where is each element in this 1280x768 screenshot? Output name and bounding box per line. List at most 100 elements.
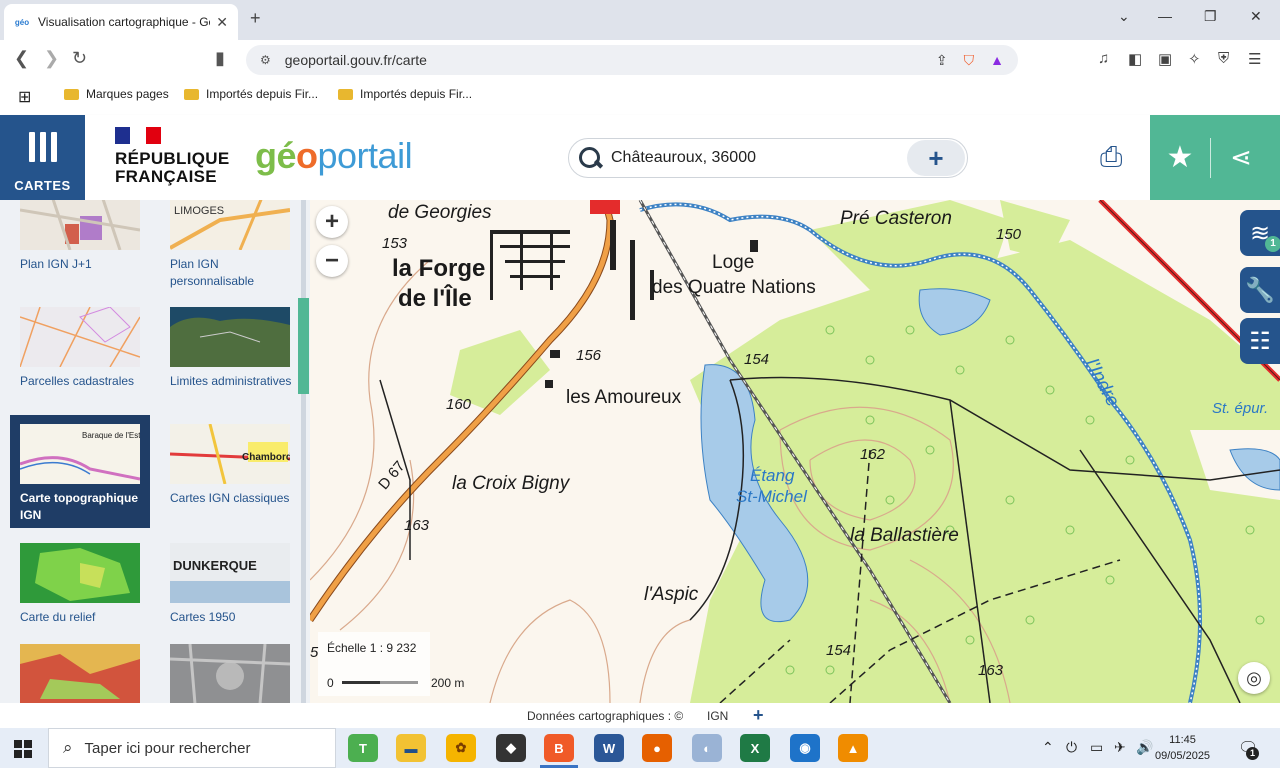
layers-count-badge: 1 — [1265, 236, 1280, 252]
volume-icon[interactable]: 🔊 — [1136, 739, 1153, 756]
attribution-ign[interactable]: IGN — [707, 709, 728, 723]
scale-zero: 0 — [327, 676, 334, 690]
favorites-star-icon[interactable]: ★ — [1150, 140, 1210, 175]
menu-icon[interactable]: ☰ — [1248, 50, 1261, 68]
excel-icon[interactable]: X — [740, 734, 770, 762]
catalog-item-cartes-1950[interactable]: DUNKERQUE Cartes 1950 — [160, 543, 300, 633]
catalog-scrollbar[interactable] — [301, 200, 306, 703]
brave-shield-icon[interactable]: ⛉ — [964, 52, 975, 69]
svg-text:DUNKERQUE: DUNKERQUE — [173, 558, 257, 573]
taskbar-search[interactable]: ⌕ Taper ici pour rechercher — [48, 728, 336, 768]
attribution-expand-icon[interactable]: + — [753, 705, 764, 726]
legend-button[interactable]: ☷ — [1240, 318, 1280, 364]
battery-icon[interactable]: ▭ — [1090, 739, 1103, 756]
advanced-search-plus-button[interactable]: + — [907, 140, 965, 176]
thumbnail — [20, 543, 140, 603]
brave-rewards-icon[interactable]: ▲ — [990, 52, 1004, 68]
catalog-item-relief[interactable]: Carte du relief — [10, 543, 150, 633]
new-tab-icon[interactable]: + — [250, 8, 261, 29]
scale-text: Échelle 1 : 9 232 — [327, 641, 417, 655]
catalog-item-plan-ign-perso[interactable]: LIMOGES Plan IGN personnalisable — [160, 200, 300, 288]
zoom-in-button[interactable]: + — [316, 206, 348, 238]
wrench-icon: 🔧 — [1245, 276, 1275, 304]
share-icon[interactable]: ⋖ — [1211, 142, 1271, 173]
search-input[interactable]: Châteauroux, 36000 — [611, 149, 907, 167]
catalog-item-cartes-classiques[interactable]: Chambord Cartes IGN classiques — [160, 424, 300, 528]
thumbnail: DUNKERQUE — [170, 543, 290, 603]
catalog-item-plan-ign-j1[interactable]: Plan IGN J+1 — [10, 200, 150, 288]
file-explorer-icon[interactable]: ▬ — [396, 734, 426, 762]
forward-icon[interactable]: ❯ — [44, 48, 59, 69]
sunflower-app-icon[interactable]: ✿ — [446, 734, 476, 762]
word-icon[interactable]: W — [594, 734, 624, 762]
map-view[interactable]: de Georgies la Forge de l'Île Loge des Q… — [310, 200, 1280, 703]
leo-ai-icon[interactable]: ✧ — [1188, 50, 1201, 68]
catalog-item-carte-topo[interactable]: Baraque de l'Estrade Carte topographique… — [10, 415, 150, 528]
layer-manager-button[interactable]: ≋ 1 — [1240, 210, 1280, 256]
app-icon-blue[interactable]: ◐ — [692, 734, 722, 762]
elevation-label: 163 — [978, 662, 1004, 679]
search-icon: ⌕ — [63, 738, 73, 757]
crosshair-icon: ◎ — [1246, 667, 1262, 688]
firefox-icon[interactable]: ● — [642, 734, 672, 762]
vlc-icon[interactable]: ▲ — [838, 734, 868, 762]
elevation-label: 163 — [404, 517, 430, 534]
catalog-scrollbar-thumb[interactable] — [298, 298, 309, 394]
catalog-item-limites-admin[interactable]: Limites administratives — [160, 307, 300, 407]
catalog-item-photos[interactable] — [160, 644, 300, 703]
thumbnail: LIMOGES — [170, 200, 290, 250]
cartes-menu-button[interactable]: CARTES — [0, 115, 85, 200]
bookmark-folder[interactable]: Importés depuis Fir... — [184, 87, 318, 101]
share-page-icon[interactable]: ⇪ — [936, 52, 948, 69]
network-icon[interactable]: ✈ — [1114, 739, 1126, 756]
notification-count: 1 — [1246, 747, 1259, 760]
tab-search-chevron-icon[interactable]: ⌄ — [1118, 8, 1130, 25]
elevation-label: 154 — [744, 351, 770, 368]
wallet-icon[interactable]: ▣ — [1158, 50, 1172, 68]
bookmark-icon[interactable]: ▮ — [215, 48, 225, 69]
back-icon[interactable]: ❮ — [14, 48, 29, 69]
print-icon[interactable]: ⎙ — [1100, 141, 1122, 174]
media-icon[interactable]: ♫ — [1098, 50, 1109, 67]
republique-francaise-logo[interactable]: RÉPUBLIQUE FRANÇAISE — [115, 127, 229, 186]
bookmarks-bar: ⊞ Marques pages Importés depuis Fir... I… — [0, 80, 1280, 110]
tab-close-icon[interactable]: ✕ — [216, 14, 228, 31]
restore-icon[interactable]: ❐ — [1204, 8, 1217, 25]
thunderbird-icon[interactable]: ◉ — [790, 734, 820, 762]
address-bar[interactable]: ⚙ geoportail.gouv.fr/carte ⇪ ⛉ ▲ — [246, 45, 1018, 75]
scale-bar: Échelle 1 : 9 232 0 200 m — [318, 632, 464, 696]
catalog-item-parcelles[interactable]: Parcelles cadastrales — [10, 307, 150, 407]
reload-icon[interactable]: ↻ — [72, 48, 87, 69]
bookmark-folder[interactable]: Importés depuis Fir... — [338, 87, 472, 101]
apps-grid-icon[interactable]: ⊞ — [18, 87, 31, 107]
thumbnail — [170, 644, 290, 703]
browser-tab[interactable]: géo Visualisation cartographique - Géopo… — [4, 4, 238, 40]
geolocate-button[interactable]: ◎ — [1238, 662, 1270, 694]
vpn-icon[interactable]: ⛨ — [1218, 50, 1229, 67]
tools-button[interactable]: 🔧 — [1240, 267, 1280, 313]
window-close-icon[interactable]: ✕ — [1250, 8, 1262, 25]
catalog-item-geologie[interactable] — [10, 644, 150, 703]
place-search[interactable]: Châteauroux, 36000 + — [568, 138, 968, 178]
brave-browser-icon[interactable]: B — [540, 734, 578, 768]
notification-icon[interactable]: 🗨1 — [1238, 738, 1259, 760]
zoom-out-button[interactable]: − — [316, 245, 348, 277]
thumbnail: Chambord — [170, 424, 290, 484]
windows-start-icon[interactable] — [14, 740, 32, 758]
minimize-icon[interactable]: — — [1158, 8, 1172, 24]
map-label: de l'Île — [398, 285, 472, 312]
geoportail-logo[interactable]: géoportail — [255, 135, 413, 177]
tray-chevron-icon[interactable]: ⌃ — [1042, 739, 1054, 756]
geoportail-favicon-icon: géo — [14, 17, 30, 27]
map-catalog-sidebar: Plan IGN J+1 LIMOGES Plan IGN personnali… — [0, 200, 310, 703]
search-icon[interactable] — [577, 145, 603, 171]
inkscape-icon[interactable]: ◆ — [496, 734, 526, 762]
taskbar-clock[interactable]: 11:45 09/05/2025 — [1155, 732, 1210, 764]
tray-usb-icon[interactable]: ⏻ — [1066, 739, 1077, 756]
app-icon-t[interactable]: T — [348, 734, 378, 762]
scale-bar-graphic — [342, 681, 418, 684]
sidebar-icon[interactable]: ◧ — [1128, 50, 1142, 68]
site-settings-icon[interactable]: ⚙ — [260, 53, 271, 67]
bookmark-folder[interactable]: Marques pages — [64, 87, 169, 101]
svg-text:Baraque de l'Estrade: Baraque de l'Estrade — [82, 431, 140, 440]
